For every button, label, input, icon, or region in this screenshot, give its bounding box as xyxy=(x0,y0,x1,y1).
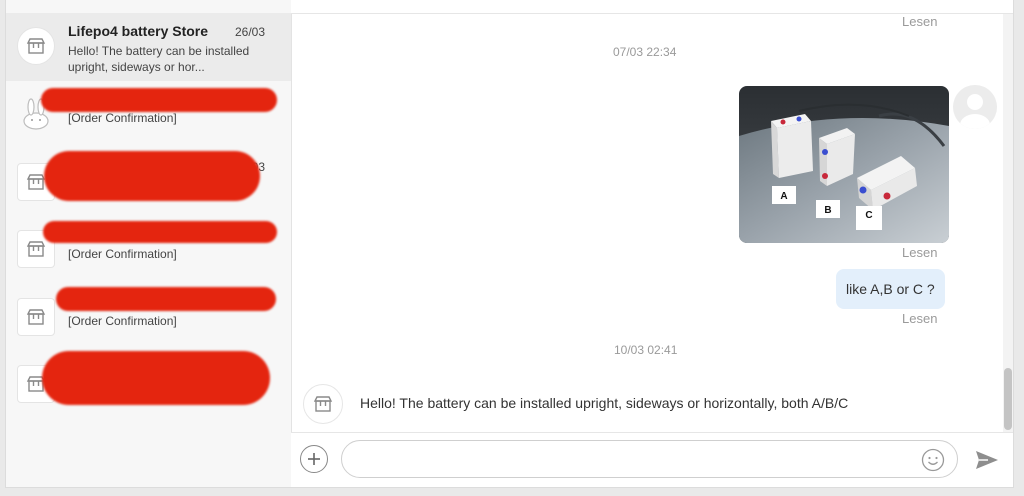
incoming-message: Hello! The battery can be installed upri… xyxy=(360,395,849,411)
photo-label: C xyxy=(865,210,872,221)
redaction-mark xyxy=(42,351,270,405)
store-icon xyxy=(17,27,55,65)
conversation-preview: Hello! The battery can be installed upri… xyxy=(68,44,250,74)
scrollbar-thumb[interactable] xyxy=(1004,368,1012,430)
redaction-mark xyxy=(41,88,277,112)
conversation-item[interactable]: Lifepo4 battery Store 26/03 Hello! The b… xyxy=(6,13,291,81)
send-icon xyxy=(976,451,998,469)
read-receipt: Lesen xyxy=(902,14,938,29)
message-timestamp: 10/03 02:41 xyxy=(614,343,678,357)
conversation-item[interactable]: [Order Confirmation] xyxy=(6,284,291,352)
message-thread: Lesen 07/03 22:34 A B C Lesen like A,B o… xyxy=(291,14,1003,432)
message-input[interactable] xyxy=(341,440,958,478)
user-avatar-icon xyxy=(953,85,997,129)
conversation-list: Lifepo4 battery Store 26/03 Hello! The b… xyxy=(6,0,292,487)
redaction-mark xyxy=(44,151,260,201)
emoji-button[interactable] xyxy=(921,448,945,472)
redaction-mark xyxy=(43,221,277,243)
composer-bar xyxy=(291,432,1013,487)
store-icon xyxy=(303,384,343,424)
chat-window: Lifepo4 battery Store 26/03 Hello! The b… xyxy=(5,0,1014,488)
message-timestamp: 07/03 22:34 xyxy=(613,45,677,59)
conversation-item[interactable]: 19/03 xyxy=(6,149,291,217)
store-icon xyxy=(17,298,55,336)
smiley-icon xyxy=(921,448,945,472)
photo-label: A xyxy=(780,191,787,202)
chat-scrollbar[interactable] xyxy=(1003,14,1013,432)
outgoing-message: like A,B or C ? xyxy=(836,269,945,309)
conversation-preview: [Order Confirmation] xyxy=(68,314,177,328)
chat-header-strip xyxy=(291,0,1013,14)
read-receipt: Lesen xyxy=(902,245,938,260)
conversation-item[interactable]: [Order Confirmation] xyxy=(6,81,291,149)
conversation-item[interactable]: [Order Confirmation] xyxy=(6,216,291,284)
battery-photo[interactable]: A B C xyxy=(739,86,949,243)
conversation-date: 26/03 xyxy=(234,25,265,39)
conversation-name: Lifepo4 battery Store xyxy=(68,23,209,39)
send-button[interactable] xyxy=(974,448,1000,472)
conversation-item[interactable] xyxy=(6,351,291,419)
add-attachment-button[interactable] xyxy=(300,445,328,473)
conversation-preview: [Order Confirmation] xyxy=(68,111,177,125)
conversation-preview: [Order Confirmation] xyxy=(68,247,177,261)
photo-label: B xyxy=(824,205,831,216)
redaction-mark xyxy=(56,287,276,311)
read-receipt: Lesen xyxy=(902,311,938,326)
plus-icon xyxy=(308,453,320,465)
